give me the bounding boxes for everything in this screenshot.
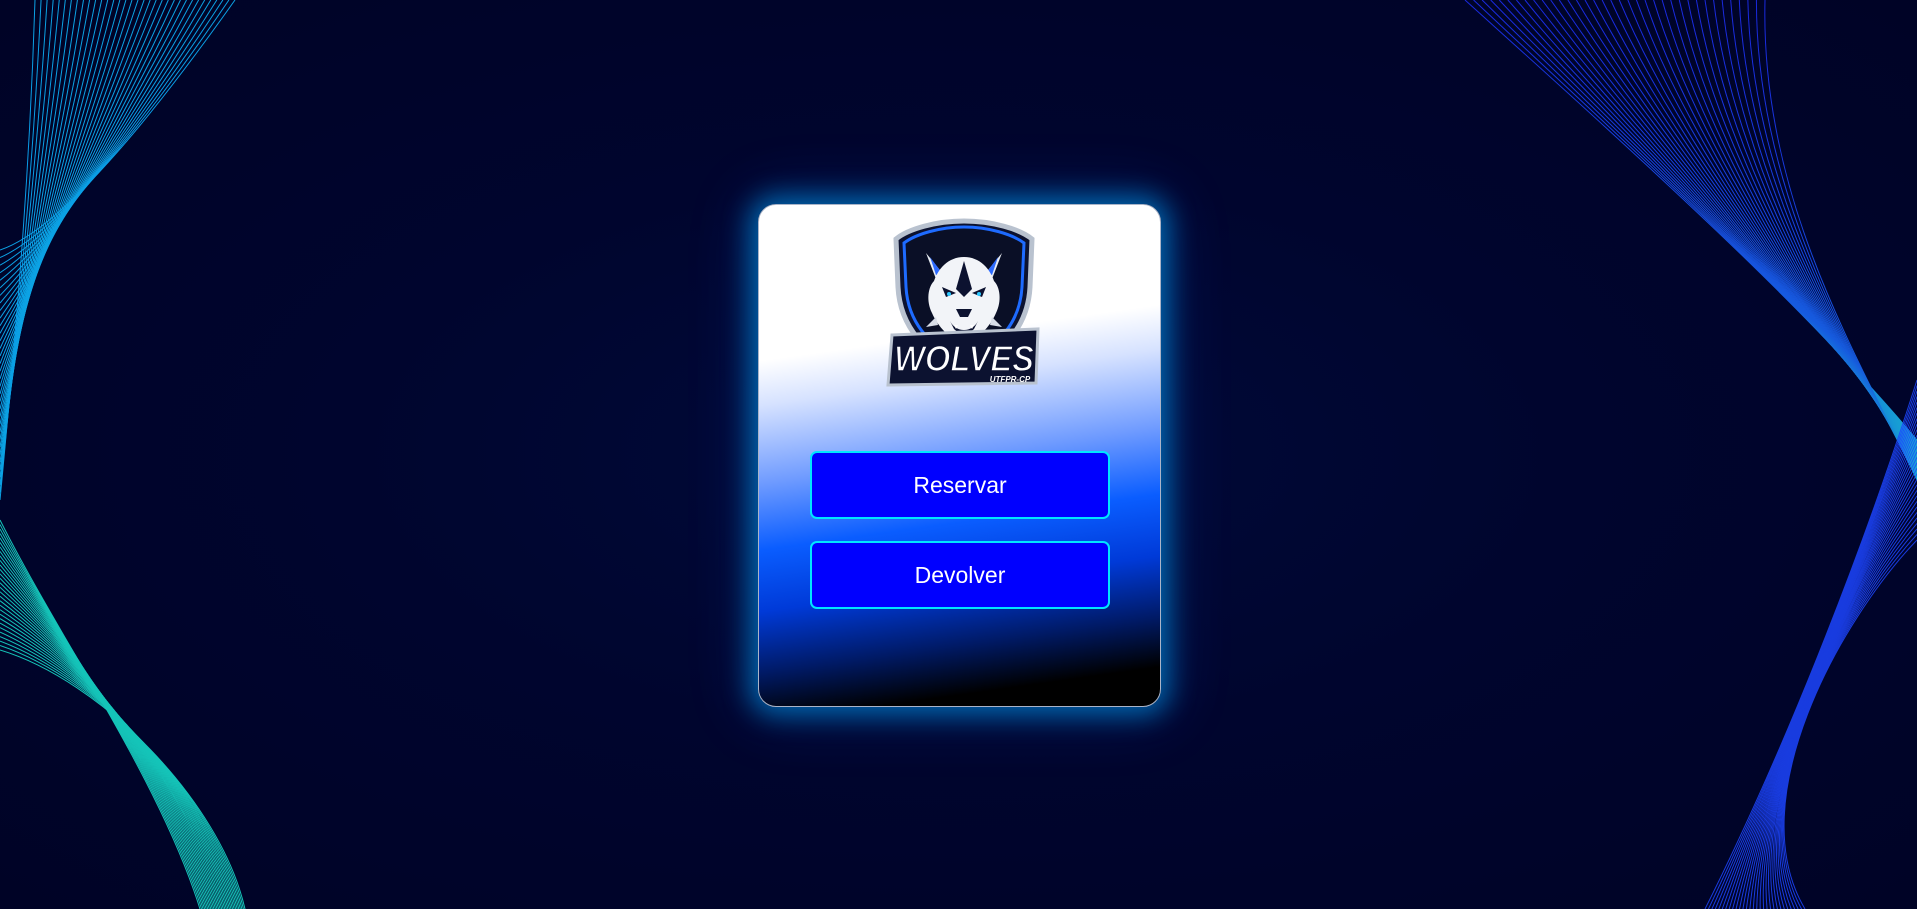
wave-line bbox=[1770, 490, 1917, 909]
wave-line bbox=[1550, 0, 1917, 452]
reservar-button-label: Reservar bbox=[913, 471, 1007, 498]
wave-line bbox=[0, 586, 224, 909]
reservar-button[interactable]: Reservar bbox=[810, 451, 1110, 519]
logo-title: WOLVES bbox=[894, 338, 1034, 379]
wave-line bbox=[1762, 473, 1917, 909]
line-bundle-bottom-right bbox=[1704, 379, 1917, 909]
wave-line bbox=[1481, 0, 1917, 443]
line-bundle-bottom-left bbox=[0, 519, 246, 909]
devolver-button-label: Devolver bbox=[914, 561, 1006, 588]
main-card: WOLVES UTFPR-CP Reservar Devolver bbox=[758, 204, 1161, 707]
logo-subtitle: UTFPR-CP bbox=[990, 375, 1031, 384]
wave-line bbox=[0, 551, 212, 909]
wave-line bbox=[1707, 385, 1917, 909]
wave-line bbox=[1742, 440, 1917, 909]
line-bundle-top-left bbox=[0, 0, 236, 501]
wolves-logo: WOLVES UTFPR-CP bbox=[886, 218, 1040, 387]
wave-line bbox=[1473, 0, 1917, 442]
wave-line bbox=[1704, 379, 1917, 909]
wave-line bbox=[1524, 0, 1917, 449]
wave-line bbox=[1516, 0, 1917, 448]
wave-line bbox=[1507, 0, 1917, 447]
wave-line bbox=[1490, 0, 1917, 444]
wave-line bbox=[1730, 0, 1917, 476]
wave-line bbox=[1738, 0, 1917, 477]
wave-line bbox=[0, 613, 234, 909]
wave-line bbox=[1721, 0, 1917, 475]
wave-line bbox=[1774, 501, 1917, 909]
wave-line bbox=[1772, 495, 1917, 909]
wave-line bbox=[0, 537, 207, 909]
line-bundle-top-right bbox=[1464, 0, 1917, 481]
wave-line bbox=[1755, 0, 1917, 480]
wave-line bbox=[0, 627, 238, 909]
devolver-button[interactable]: Devolver bbox=[810, 541, 1110, 609]
wave-line bbox=[0, 524, 203, 909]
wave-line bbox=[0, 640, 243, 909]
